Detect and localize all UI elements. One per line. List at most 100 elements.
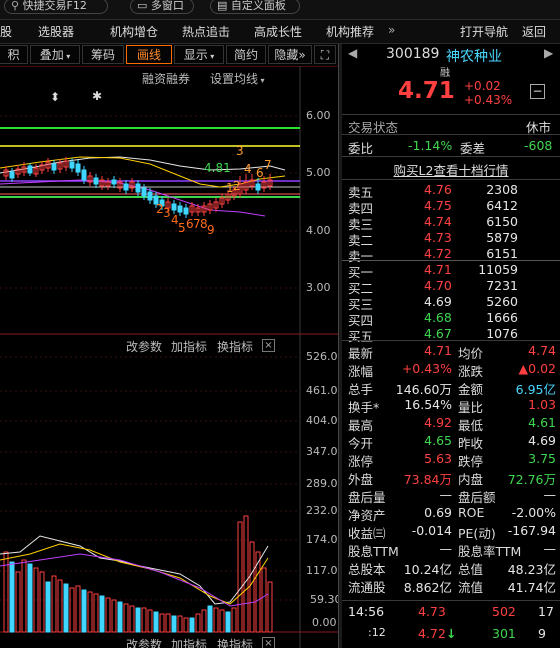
quick-trade-button[interactable]: ⚲ 快捷交易F12	[4, 0, 108, 14]
bid-row[interactable]: 买一 4.71 11059	[342, 262, 560, 280]
tick-row: :12 4.72 ↓ 301 9	[342, 626, 560, 642]
fullscreen-icon[interactable]: ⛶	[314, 45, 336, 64]
tick-volume: 301	[492, 626, 516, 641]
edit-params-button[interactable]: 改参数	[126, 338, 162, 355]
volume-bar	[207, 605, 213, 633]
dropdown-icon: ▾	[63, 52, 71, 61]
td-count-label: 7	[264, 158, 272, 172]
candle-body	[69, 161, 75, 169]
info-marker-icon[interactable]: ⬍	[50, 90, 60, 104]
simple-button[interactable]: 简约	[226, 45, 266, 64]
td-count-label: 2	[233, 179, 241, 193]
back-button[interactable]: 返回	[522, 23, 546, 40]
bid-volume: 1076	[486, 326, 518, 341]
ask-volume: 6151	[486, 246, 518, 261]
menu-item-hot-tracking[interactable]: 热点追击	[182, 23, 230, 40]
toolbar-item-1[interactable]: 积	[0, 45, 28, 64]
stat-row: 总手 146.60万 金额 6.95亿	[342, 379, 560, 397]
menu-item-institution-recommend[interactable]: 机构推荐	[326, 23, 374, 40]
volume-bar	[9, 561, 15, 633]
price-change-pct: +0.43%	[464, 93, 513, 107]
menu-more-icon[interactable]: »	[388, 23, 395, 37]
change-indicator-button[interactable]: 换指标	[217, 636, 253, 648]
volume-bar	[249, 541, 255, 633]
ma-setting-label: 设置均线	[210, 72, 259, 86]
prev-stock-icon[interactable]: ◀	[348, 46, 357, 60]
hide-button[interactable]: 隐藏»	[268, 45, 312, 64]
overlay-button[interactable]: 叠加 ▾	[30, 45, 80, 64]
td-count-label: 4	[244, 162, 252, 176]
l2-link[interactable]: 购买L2查看十档行情	[342, 160, 560, 178]
dropdown-icon: ▾	[207, 52, 215, 61]
add-indicator-button[interactable]: 加指标	[171, 636, 207, 648]
stat-value: 48.23亿	[507, 562, 556, 577]
star-marker-icon[interactable]: ✱	[92, 89, 102, 103]
chart-area[interactable]: 融资融券 设置均线 ▾ ⬍ ✱ 6.00 5.00 4.00 3.00 4.81…	[0, 66, 345, 648]
price-change: +0.02	[464, 79, 501, 93]
stat-label: 收益㈢	[348, 526, 386, 541]
chips-button[interactable]: 筹码	[82, 45, 124, 64]
current-price: 4.71	[398, 78, 455, 104]
volume-bar	[51, 575, 57, 633]
volume-bar	[117, 601, 123, 633]
close-icon[interactable]: ×	[262, 637, 275, 648]
stat-label: 总股本	[348, 562, 386, 577]
bid-row[interactable]: 买三 4.69 5260	[342, 294, 560, 312]
change-indicator-button[interactable]: 换指标	[217, 338, 253, 355]
price-annotation: 4.81	[204, 161, 231, 175]
price-tick: 6.00	[306, 109, 331, 122]
overlay-label: 叠加	[39, 48, 64, 62]
stat-value: 72.76万	[507, 472, 556, 487]
collapse-icon[interactable]: −	[530, 84, 545, 99]
draw-line-button[interactable]: 画线	[126, 45, 172, 64]
stat-label: 股息TTM	[348, 544, 399, 559]
menu-bar: 股 选股器 机构增仓 热点追击 高成长性 机构推荐 » 打开导航 返回	[0, 20, 560, 44]
edit-params-button[interactable]: 改参数	[126, 636, 162, 648]
volume-bar	[135, 607, 141, 633]
next-stock-icon[interactable]: ▶	[544, 46, 553, 60]
volume-bar	[147, 609, 153, 633]
candle-body	[135, 183, 141, 193]
stat-value: 4.61	[528, 415, 556, 430]
menu-item-institution-increase[interactable]: 机构增仓	[110, 23, 158, 40]
margin-trading-label[interactable]: 融资融券	[142, 70, 190, 87]
volume-bar	[237, 521, 243, 633]
close-icon[interactable]: ×	[262, 339, 275, 352]
multi-window-button[interactable]: ▭ 多窗口	[130, 0, 194, 14]
order-ratio-label: 委比	[348, 141, 374, 156]
ask-row[interactable]: 卖五 4.76 2308	[342, 182, 560, 200]
stat-label: 外盘	[348, 472, 374, 487]
bid-row[interactable]: 买二 4.70 7231	[342, 278, 560, 296]
stat-label: 昨收	[458, 436, 484, 451]
menu-item-stock-picker[interactable]: 选股器	[38, 23, 74, 40]
stat-row: 最新 4.71 均价 4.74	[342, 343, 560, 361]
bid-price: 4.70	[424, 278, 452, 293]
stat-value: 8.862亿	[403, 580, 452, 595]
custom-panel-button[interactable]: ▤ 自定义面板	[210, 0, 300, 14]
add-indicator-button[interactable]: 加指标	[171, 338, 207, 355]
ask-row[interactable]: 卖四 4.75 6412	[342, 198, 560, 216]
ma-setting-button[interactable]: 设置均线 ▾	[210, 70, 265, 87]
candle-body	[51, 163, 57, 171]
volume-bar	[171, 615, 177, 633]
candle-body	[171, 203, 177, 211]
menu-item-high-growth[interactable]: 高成长性	[254, 23, 302, 40]
tick-time: :12	[368, 626, 386, 639]
volume-tick: 59.30	[310, 593, 342, 606]
display-button[interactable]: 显示 ▾	[174, 45, 224, 64]
ask-price: 4.76	[424, 182, 452, 197]
stat-label: 最高	[348, 418, 374, 433]
ask-row[interactable]: 卖三 4.74 6150	[342, 214, 560, 232]
candle-body	[9, 171, 15, 179]
tick-price: 4.73	[418, 604, 446, 619]
lock-icon: ⚲	[11, 0, 20, 12]
ask-row[interactable]: 卖二 4.73 5879	[342, 230, 560, 248]
stat-label: 金额	[458, 382, 484, 397]
stat-value: 1.03	[528, 397, 556, 412]
menu-item-stock[interactable]: 股	[0, 23, 12, 40]
quick-trade-label: 快捷交易F12	[22, 0, 87, 12]
bid-row[interactable]: 买四 4.68 1666	[342, 310, 560, 328]
volume-bar	[69, 587, 75, 633]
stat-value: 4.65	[424, 433, 452, 448]
open-nav-button[interactable]: 打开导航	[460, 23, 508, 40]
